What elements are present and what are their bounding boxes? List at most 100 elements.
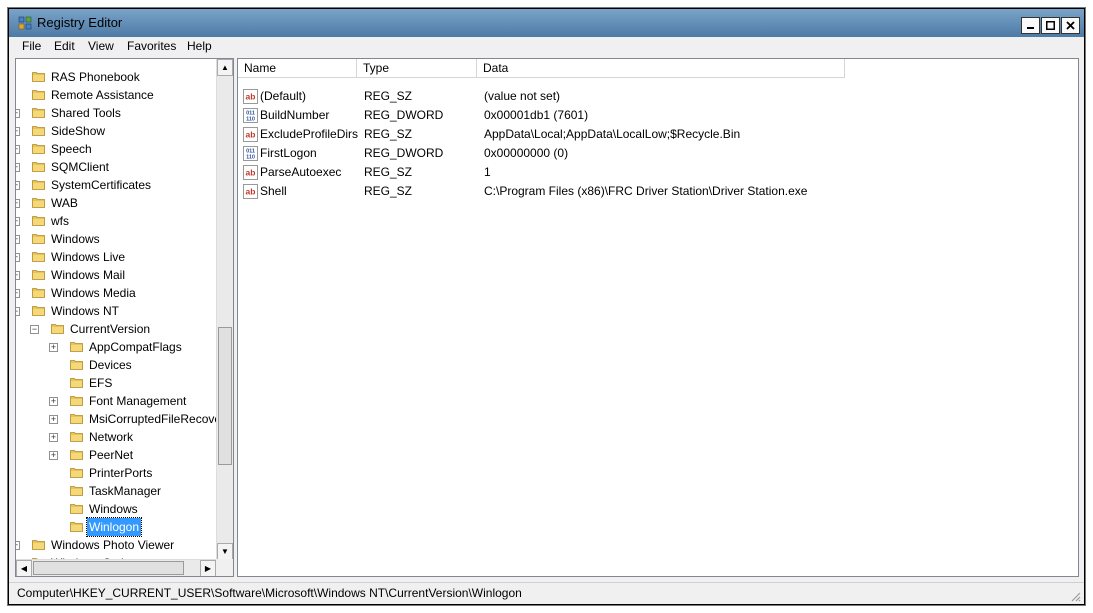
value-data: (value not set) — [484, 89, 561, 103]
column-header-name[interactable]: Name — [238, 59, 357, 78]
expand-plus-icon[interactable]: + — [49, 343, 58, 352]
column-header-type[interactable]: Type — [357, 59, 477, 78]
folder-icon — [32, 162, 45, 172]
title-bar[interactable]: Registry Editor — [9, 9, 1084, 37]
tree-item[interactable]: + SideShow — [16, 122, 216, 140]
value-row[interactable]: 011 110 BuildNumber REG_DWORD 0x00001db1 (76… — [238, 106, 1078, 125]
tree-item[interactable]: + SQMClient — [16, 158, 216, 176]
collapse-minus-icon[interactable]: − — [16, 307, 20, 316]
tree-item[interactable]: + Windows — [16, 230, 216, 248]
tree-vertical-scroll-thumb[interactable] — [218, 327, 232, 465]
tree-item[interactable]: Devices — [16, 356, 216, 374]
expand-plus-icon[interactable]: + — [16, 271, 20, 280]
minimize-icon — [1027, 27, 1034, 29]
key-tree-pane[interactable]: RAS Phonebook Remote Assistance + Shared To… — [15, 58, 234, 577]
tree-item[interactable]: + wfs — [16, 212, 216, 230]
close-button[interactable] — [1061, 17, 1080, 34]
tree-vertical-scrollbar[interactable]: ▲ ▼ — [216, 59, 233, 560]
menu-view[interactable]: View — [88, 39, 114, 53]
arrow-left-icon: ◀ — [20, 564, 28, 573]
menu-edit[interactable]: Edit — [54, 39, 75, 53]
folder-icon — [70, 468, 83, 478]
tree-item[interactable]: + AppCompatFlags — [16, 338, 216, 356]
tree-item[interactable]: Winlogon — [16, 517, 216, 537]
folder-icon — [70, 360, 83, 370]
folder-icon — [32, 198, 45, 208]
maximize-button[interactable] — [1041, 17, 1060, 34]
folder-icon — [32, 270, 45, 280]
folder-icon — [70, 522, 83, 532]
expand-plus-icon[interactable]: + — [49, 451, 58, 460]
folder-icon — [32, 540, 45, 550]
value-type: REG_SZ — [364, 184, 413, 198]
expand-plus-icon[interactable]: + — [49, 397, 58, 406]
tree-item[interactable]: + Windows Live — [16, 248, 216, 266]
expand-plus-icon[interactable]: + — [16, 181, 20, 190]
values-list-pane[interactable]: Name Type Data ab (Default) REG_SZ (value n… — [237, 58, 1079, 577]
expand-plus-icon[interactable]: + — [16, 163, 20, 172]
tree-item[interactable]: + Font Management — [16, 392, 216, 410]
tree-item[interactable]: + SystemCertificates — [16, 176, 216, 194]
folder-icon — [70, 342, 83, 352]
close-icon — [1066, 21, 1075, 30]
scroll-up-button[interactable]: ▲ — [217, 59, 233, 76]
minimize-button[interactable] — [1021, 17, 1040, 34]
tree-item[interactable]: + WAB — [16, 194, 216, 212]
menu-file[interactable]: File — [22, 39, 41, 53]
tree-item[interactable]: + Speech — [16, 140, 216, 158]
value-row[interactable]: ab (Default) REG_SZ (value not set) — [238, 87, 1078, 106]
tree-item[interactable]: + MsiCorruptedFileRecove — [16, 410, 221, 428]
expand-plus-icon[interactable]: + — [16, 235, 20, 244]
menu-help[interactable]: Help — [187, 39, 212, 53]
expand-plus-icon[interactable]: + — [49, 415, 58, 424]
value-data: C:\Program Files (x86)\FRC Driver Statio… — [484, 184, 808, 198]
tree-item[interactable]: TaskManager — [16, 482, 216, 500]
tree-item[interactable]: − Windows NT — [16, 302, 216, 320]
tree-item[interactable]: Windows — [16, 500, 216, 518]
arrow-right-icon: ▶ — [204, 564, 212, 573]
scroll-down-button[interactable]: ▼ — [217, 543, 233, 560]
expand-plus-icon[interactable]: + — [16, 199, 20, 208]
value-type: REG_SZ — [364, 89, 413, 103]
scroll-left-button[interactable]: ◀ — [16, 560, 32, 576]
scroll-right-button[interactable]: ▶ — [200, 560, 216, 576]
expand-plus-icon[interactable]: + — [16, 289, 20, 298]
tree-item[interactable]: + Shared Tools — [16, 104, 216, 122]
expand-plus-icon[interactable]: + — [16, 109, 20, 118]
column-header-data[interactable]: Data — [477, 59, 845, 78]
tree-item[interactable]: PrinterPorts — [16, 464, 216, 482]
string-value-icon: ab — [243, 184, 258, 199]
tree-horizontal-scrollbar[interactable]: ◀ ▶ — [16, 559, 217, 576]
value-row[interactable]: 011 110 FirstLogon REG_DWORD 0x00000000 (0) — [238, 144, 1078, 163]
tree-item-label: SQMClient — [51, 160, 110, 174]
folder-icon — [70, 486, 83, 496]
value-row[interactable]: ab ExcludeProfileDirs REG_SZ AppData\Local;… — [238, 125, 1078, 144]
status-bar: Computer\HKEY_CURRENT_USER\Software\Micr… — [9, 582, 1084, 604]
tree-horizontal-scroll-thumb[interactable] — [33, 561, 184, 575]
expand-plus-icon[interactable]: + — [49, 433, 58, 442]
value-row[interactable]: ab Shell REG_SZ C:\Program Files (x86)\FRC … — [238, 182, 1078, 201]
expand-plus-icon[interactable]: + — [16, 541, 20, 550]
tree-item[interactable]: + PeerNet — [16, 446, 216, 464]
tree-item-label: Windows Media — [51, 286, 136, 300]
expand-plus-icon[interactable]: + — [16, 217, 20, 226]
tree-item[interactable]: − CurrentVersion — [16, 320, 216, 338]
expand-plus-icon[interactable]: + — [16, 145, 20, 154]
expand-plus-icon[interactable]: + — [16, 127, 20, 136]
tree-item[interactable]: + Windows Media — [16, 284, 216, 302]
tree-item[interactable]: + Windows Mail — [16, 266, 216, 284]
tree-item[interactable]: RAS Phonebook — [16, 68, 216, 86]
values-list-header: Name Type Data — [238, 59, 1078, 78]
tree-item[interactable]: Remote Assistance — [16, 86, 216, 104]
tree-item[interactable]: EFS — [16, 374, 216, 392]
tree-item-label: Speech — [51, 142, 92, 156]
menu-favorites[interactable]: Favorites — [127, 39, 176, 53]
value-name: (Default) — [260, 89, 307, 103]
value-row[interactable]: ab ParseAutoexec REG_SZ 1 — [238, 163, 1078, 182]
tree-item[interactable]: + Windows Photo Viewer — [16, 536, 216, 554]
collapse-minus-icon[interactable]: − — [30, 325, 39, 334]
resize-grip-icon[interactable] — [1069, 590, 1081, 602]
arrow-down-icon: ▼ — [221, 547, 229, 556]
expand-plus-icon[interactable]: + — [16, 253, 20, 262]
tree-item[interactable]: + Network — [16, 428, 216, 446]
